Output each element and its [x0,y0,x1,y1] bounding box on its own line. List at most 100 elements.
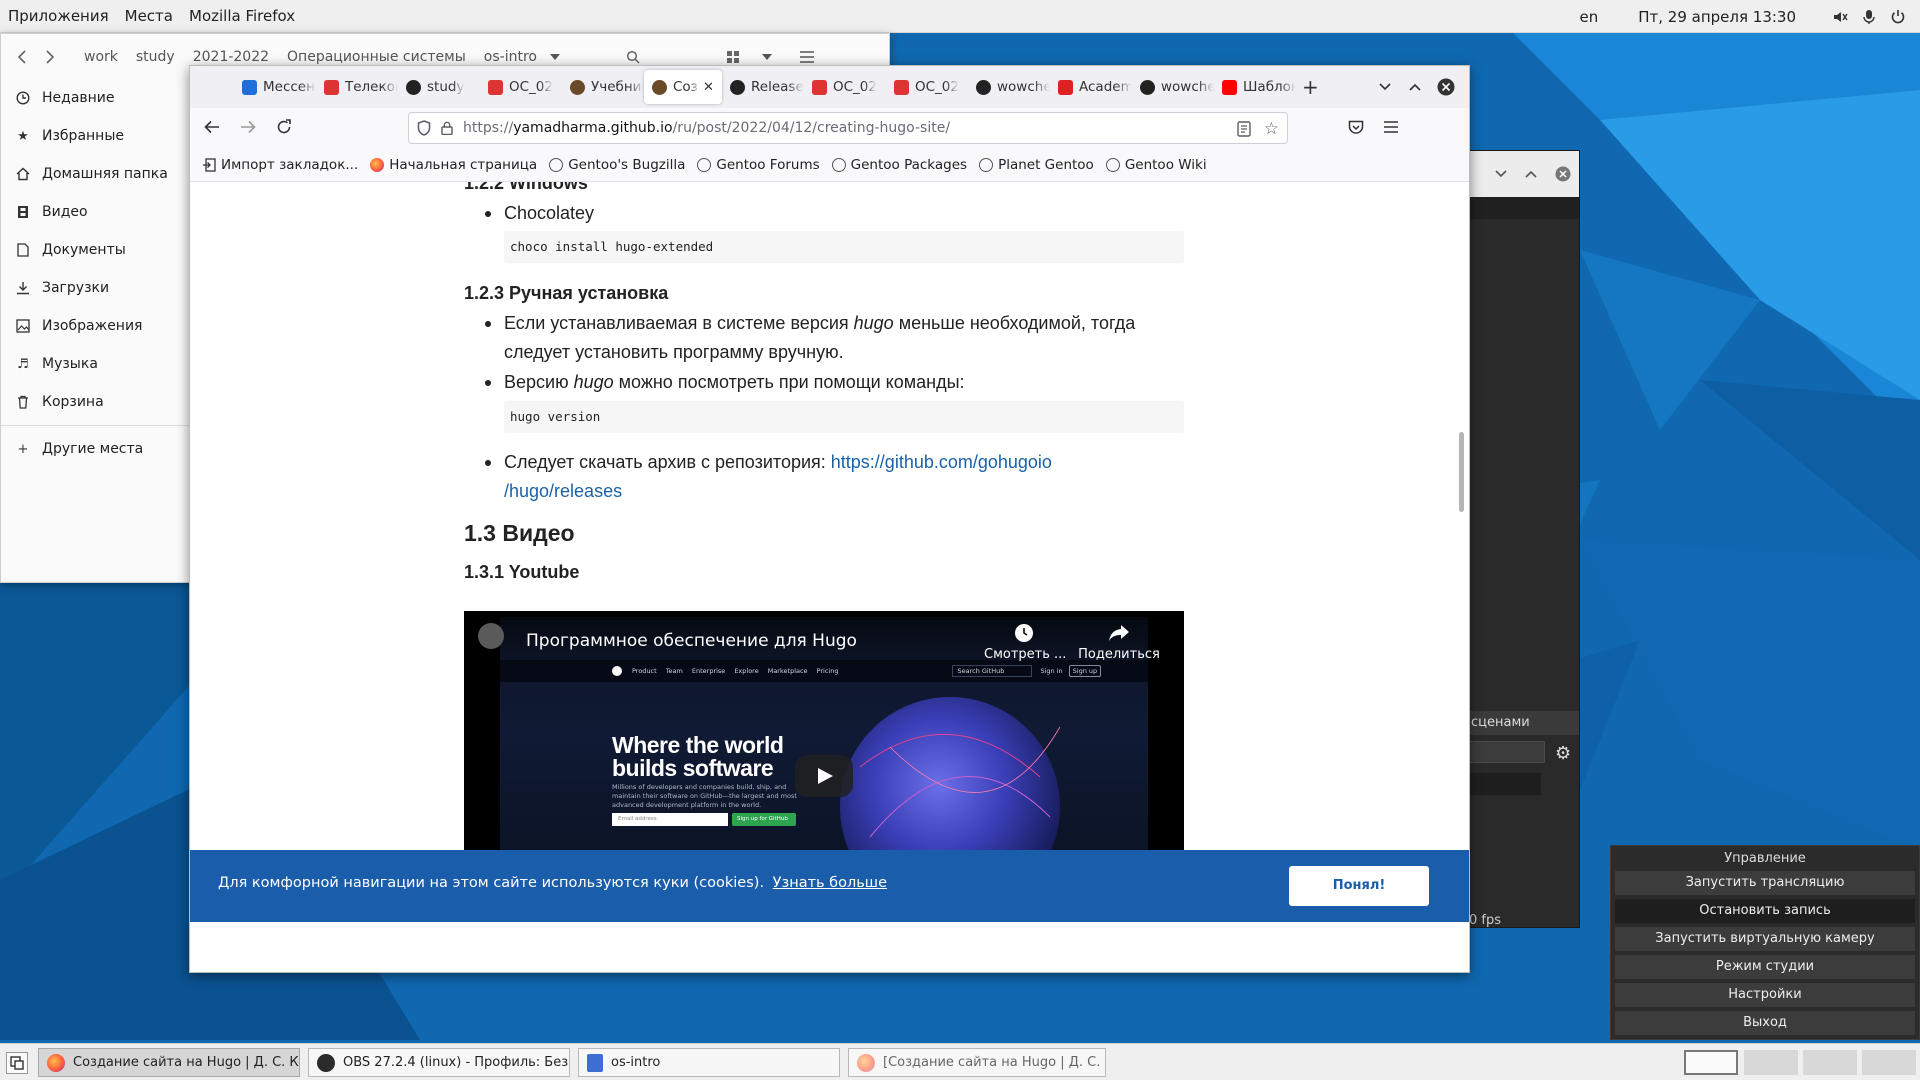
power-icon[interactable] [1890,9,1906,25]
show-desktop-icon[interactable] [6,1052,28,1074]
studio-mode-button[interactable]: Режим студии [1615,955,1915,979]
tab-wowchemy-a[interactable]: wowchemy [968,70,1050,104]
back-icon[interactable] [17,49,27,64]
tab-messenger[interactable]: Мессенджер [234,70,316,104]
bookmark-gentoo-bugzilla[interactable]: Gentoo's Bugzilla [549,157,685,173]
stop-recording-button[interactable]: Остановить запись [1615,899,1915,923]
bookmark-gentoo-packages[interactable]: Gentoo Packages [831,157,967,173]
taskbar-item-files[interactable]: os-intro [578,1048,840,1077]
workspace-1[interactable] [1684,1050,1738,1075]
taskbar-label: OBS 27.2.4 (linux) - Профиль: Без... [343,1055,570,1070]
start-virtual-camera-button[interactable]: Запустить виртуальную камеру [1615,927,1915,951]
close-window-icon[interactable] [1437,78,1455,96]
url-prefix: https:// [463,120,514,136]
sidebar-item-trash[interactable]: Корзина [1,383,189,421]
firefox-window: Мессенджер Телеконференции study ОС_02 У… [189,65,1470,973]
breadcrumb-work[interactable]: work [75,49,127,65]
view-options-chevron-icon[interactable] [761,53,772,60]
clock[interactable]: Пт, 29 апреля 13:30 [1638,8,1796,26]
video-title[interactable]: Программное обеспечение для Hugo [526,631,857,651]
tab-os-02-a[interactable]: ОС_02 [480,70,562,104]
maximize-icon[interactable] [1409,83,1421,91]
tab-templates[interactable]: Шаблоны [1214,70,1296,104]
reader-view-icon[interactable] [1237,121,1251,137]
microphone-icon[interactable] [1862,9,1876,25]
tab-academic[interactable]: Academic [1050,70,1132,104]
reload-icon[interactable] [276,119,292,135]
chevron-down-icon[interactable] [549,53,560,60]
page-scrollbar[interactable] [1459,432,1464,512]
forward-icon[interactable] [240,120,256,134]
workspace-4[interactable] [1862,1050,1916,1075]
breadcrumb-study[interactable]: study [127,49,184,65]
settings-button[interactable]: Настройки [1615,983,1915,1007]
tab-releases[interactable]: Releases [722,70,804,104]
bookmark-label: Gentoo Forums [716,156,820,173]
sidebar-item-music[interactable]: ♬ Музыка [1,345,189,383]
bookmark-gentoo-forums[interactable]: Gentoo Forums [697,156,820,173]
taskbar-item-firefox-minimized[interactable]: [Создание сайта на Hugo | Д. С. ... [848,1048,1106,1077]
forward-icon[interactable] [45,49,55,64]
taskbar-item-firefox-active[interactable]: Создание сайта на Hugo | Д. С. К... [38,1048,300,1077]
url-bar[interactable]: https://yamadharma.github.io/ru/post/202… [408,112,1288,144]
sidebar-item-other-places[interactable]: + Другие места [1,430,189,468]
start-streaming-button[interactable]: Запустить трансляцию [1615,871,1915,895]
tab-teleconference[interactable]: Телеконференции [316,70,398,104]
grid-view-icon[interactable] [726,50,740,64]
pocket-icon[interactable] [1348,120,1364,135]
sidebar-item-favorites[interactable]: ★ Избранные [1,117,189,155]
bookmark-planet-gentoo[interactable]: Planet Gentoo [979,157,1094,173]
lock-icon[interactable] [441,121,453,135]
app-menu-icon[interactable] [1384,121,1398,133]
bookmark-star-icon[interactable]: ☆ [1264,119,1279,139]
tracking-protection-shield-icon[interactable] [417,120,431,136]
tab-wowchemy-b[interactable]: wowchemy [1132,70,1214,104]
close-tab-icon[interactable]: ✕ [703,80,714,95]
sidebar-item-downloads[interactable]: Загрузки [1,269,189,307]
cookie-learn-more-link[interactable]: Узнать больше [773,875,887,891]
minimize-icon[interactable] [1495,170,1507,178]
breadcrumb-year[interactable]: 2021-2022 [184,49,278,65]
archive-link-part1[interactable]: https://github.com/gohugoio [831,452,1052,472]
back-icon[interactable] [204,120,220,134]
breadcrumb-os[interactable]: Операционные системы [278,49,475,65]
tab-os-02-b[interactable]: ОС_02 [804,70,886,104]
speaker-muted-icon[interactable] [1832,9,1848,25]
places-menu[interactable]: Места [117,7,181,25]
bookmark-start-page[interactable]: Начальная страница [370,157,537,173]
keyboard-layout-indicator[interactable]: en [1579,8,1598,26]
sidebar-item-recent[interactable]: Недавние [1,79,189,117]
new-tab-icon[interactable]: + [1302,75,1319,99]
taskbar-item-obs[interactable]: OBS 27.2.4 (linux) - Профиль: Без... [308,1048,570,1077]
bookmark-gentoo-wiki[interactable]: Gentoo Wiki [1105,157,1207,173]
exit-button[interactable]: Выход [1615,1011,1915,1035]
tab-study[interactable]: study [398,70,480,104]
watch-later-button[interactable]: Смотреть ... [984,623,1066,662]
tab-creating-hugo-site[interactable]: Создание сайта ✕ [644,70,722,104]
sidebar-label: Документы [42,242,126,258]
tab-textbook[interactable]: Учебник [562,70,644,104]
search-icon[interactable] [626,50,640,64]
sidebar-item-documents[interactable]: Документы [1,231,189,269]
tab-os-02-c[interactable]: ОС_02 [886,70,968,104]
sidebar-item-videos[interactable]: Видео [1,193,189,231]
archive-link-part2[interactable]: /hugo/releases [504,481,622,501]
workspace-2[interactable] [1744,1050,1798,1075]
workspace-3[interactable] [1803,1050,1857,1075]
maximize-icon[interactable] [1525,170,1537,178]
applications-menu[interactable]: Приложения [0,7,117,25]
gear-icon[interactable]: ⚙ [1555,743,1571,764]
bookmark-import[interactable]: Импорт закладок... [202,157,358,173]
breadcrumb-os-intro[interactable]: os-intro [475,49,546,65]
close-icon[interactable] [1555,166,1571,182]
sidebar-item-home[interactable]: Домашняя папка [1,155,189,193]
list-all-tabs-icon[interactable] [1379,83,1391,91]
hamburger-menu-icon[interactable] [799,50,814,63]
sidebar-item-pictures[interactable]: Изображения [1,307,189,345]
channel-avatar[interactable] [478,623,504,649]
active-app-menu[interactable]: Mozilla Firefox [181,7,303,25]
play-button[interactable] [795,755,853,797]
cookie-accept-button[interactable]: Понял! [1289,866,1429,906]
tab-label: Учебник [591,79,644,95]
share-button[interactable]: Поделиться [1074,623,1164,662]
